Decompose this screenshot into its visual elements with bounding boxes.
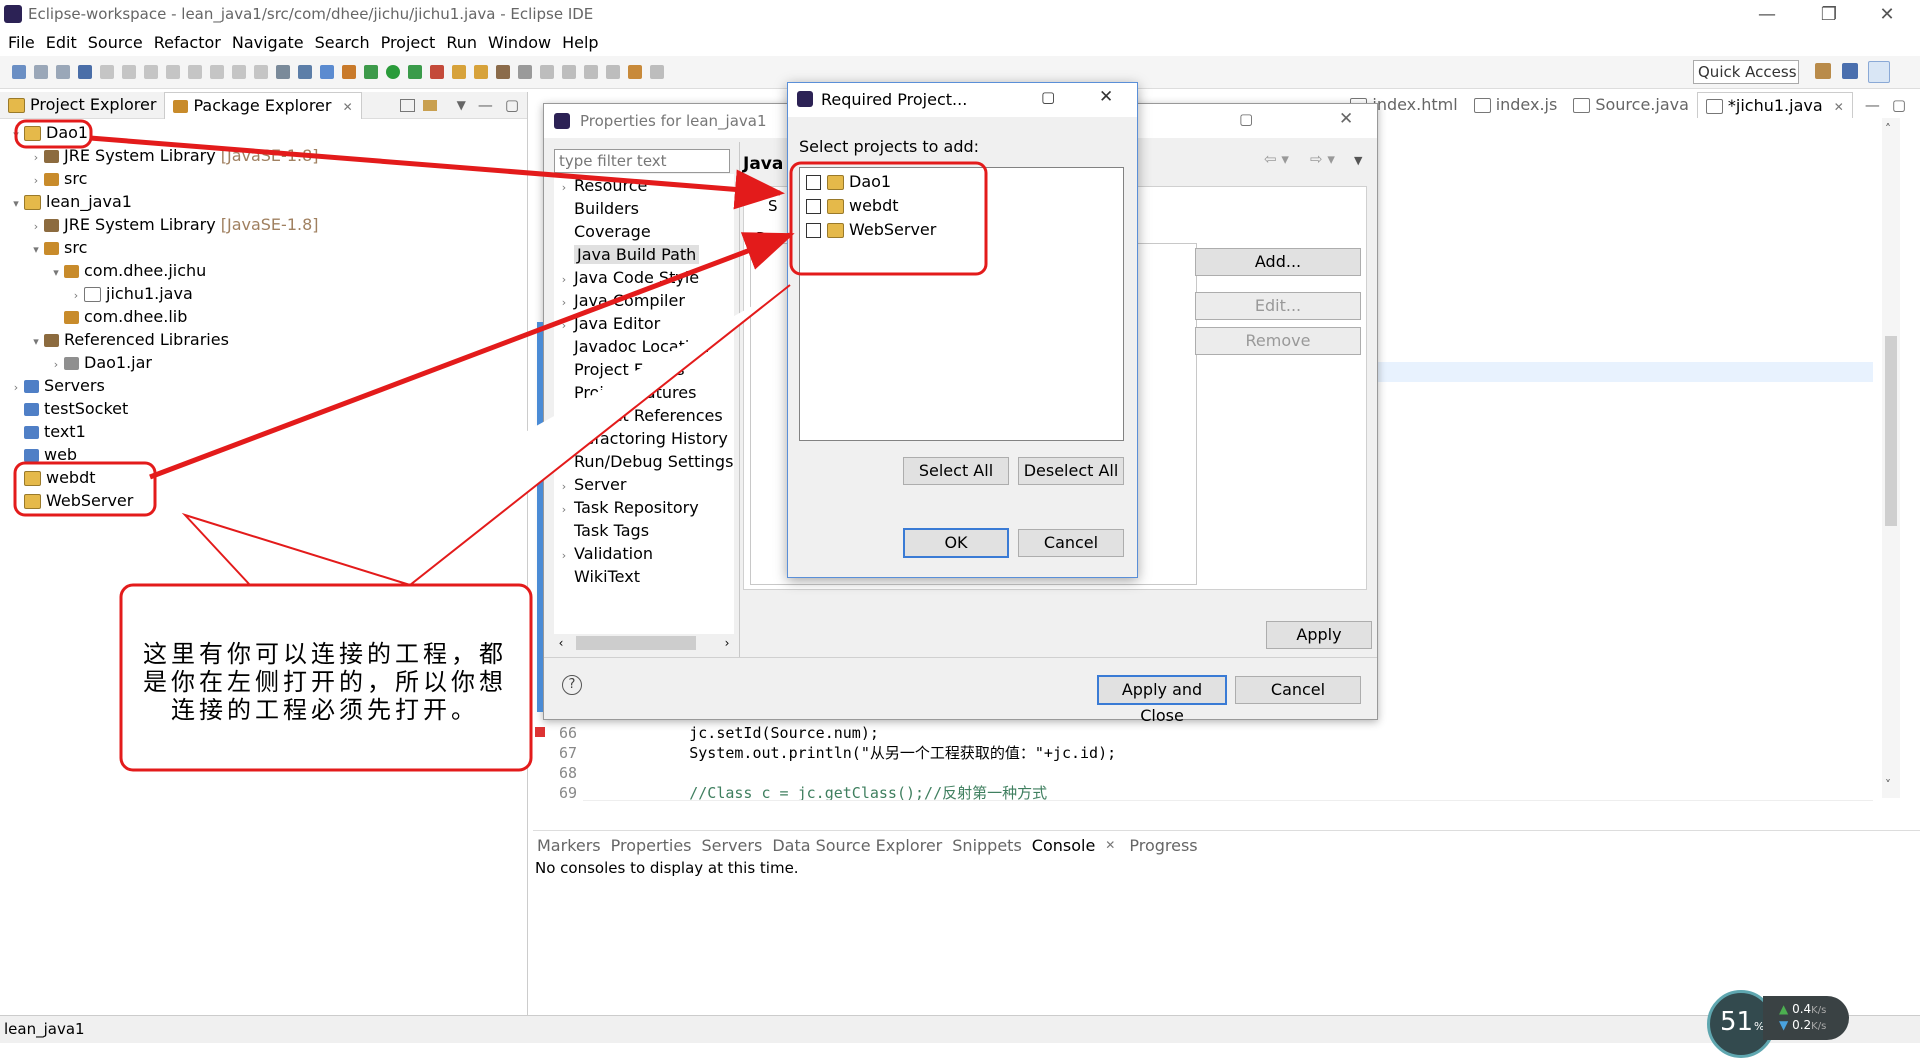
highlight-dao1 — [14, 119, 93, 149]
highlight-project-checklist — [789, 161, 988, 276]
download-value: 0.2 — [1792, 1018, 1812, 1032]
annotation-overlay — [13, 119, 988, 772]
upload-value: 0.4 — [1792, 1002, 1812, 1016]
speed-readout: ▲ 0.4K/s ▼ 0.2K/s — [1763, 996, 1849, 1040]
callout-pointer — [181, 284, 791, 587]
upload-speed: ▲ 0.4K/s — [1779, 1002, 1827, 1016]
network-speed-widget[interactable]: 51 % ▲ 0.4K/s ▼ 0.2K/s — [1707, 990, 1851, 1058]
upload-unit: K/s — [1811, 1005, 1827, 1016]
annotation-callout-text: 这里有你可以连接的工程，都是你在左侧打开的，所以你想连接的工程必须先打开。 — [143, 640, 507, 724]
cpu-percent: 51 — [1720, 1007, 1754, 1037]
arrow-dao1-to-dialog — [89, 135, 785, 210]
download-unit: K/s — [1811, 1021, 1827, 1032]
highlight-webdt-webserver — [13, 461, 157, 517]
download-speed: ▼ 0.2K/s — [1779, 1018, 1827, 1032]
